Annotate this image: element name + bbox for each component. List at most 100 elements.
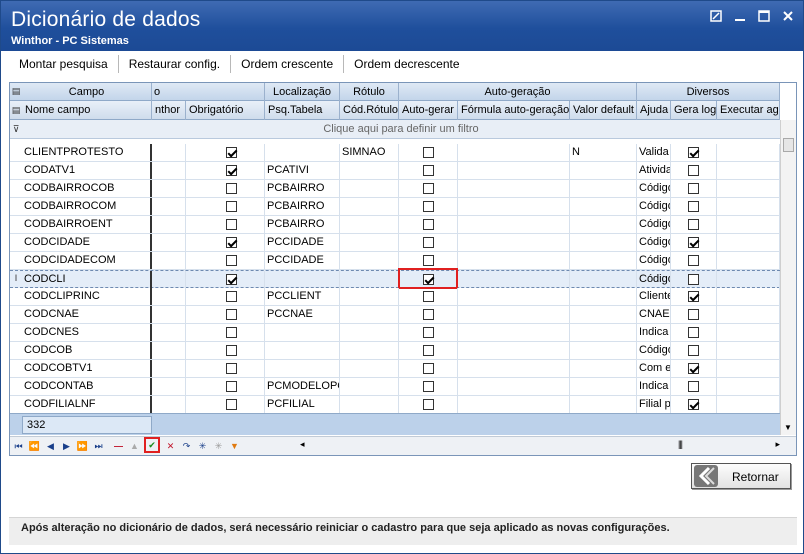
band-o[interactable]: o	[152, 83, 265, 101]
next-page-icon[interactable]: ⏩	[76, 439, 89, 453]
table-row[interactable]: CODCIDADECOM PCCIDADE Código	[10, 252, 780, 270]
cell-nome-campo[interactable]: CODCOBTV1	[22, 360, 152, 377]
horizontal-scroll-thumb[interactable]: |||	[678, 439, 683, 449]
cell-winthor[interactable]	[154, 378, 186, 395]
cell-obrigatorio[interactable]	[186, 306, 265, 323]
gera-log-checkbox[interactable]	[688, 255, 699, 266]
cell-valor-default[interactable]	[570, 342, 637, 359]
auto-gerar-checkbox[interactable]	[423, 219, 434, 230]
table-row[interactable]: CODCOB Código	[10, 342, 780, 360]
cell-auto-gerar[interactable]	[399, 360, 458, 377]
cell-winthor[interactable]	[154, 180, 186, 197]
cell-obrigatorio[interactable]	[186, 162, 265, 179]
cell-executar-ag[interactable]	[717, 288, 780, 305]
table-row[interactable]: CODATV1 PCATIVI Ativida	[10, 162, 780, 180]
cell-obrigatorio[interactable]	[186, 234, 265, 251]
auto-gerar-checkbox[interactable]	[423, 309, 434, 320]
cell-formula[interactable]	[458, 198, 570, 215]
gera-log-checkbox[interactable]	[688, 147, 699, 158]
cell-cod-rotulo[interactable]	[340, 324, 399, 341]
prev-record-icon[interactable]: ◀	[44, 439, 57, 453]
cell-executar-ag[interactable]	[717, 198, 780, 215]
cell-psq-tabela[interactable]	[265, 271, 340, 288]
auto-gerar-checkbox[interactable]	[423, 201, 434, 212]
cell-valor-default[interactable]	[570, 234, 637, 251]
cell-winthor[interactable]	[154, 234, 186, 251]
cell-cod-rotulo[interactable]	[340, 162, 399, 179]
cell-cod-rotulo[interactable]	[340, 234, 399, 251]
cell-valor-default[interactable]	[570, 271, 637, 288]
table-row[interactable]: CODBAIRROENT PCBAIRRO Código	[10, 216, 780, 234]
maximize-icon[interactable]	[757, 9, 771, 23]
restaurar-config-button[interactable]: Restaurar config.	[119, 55, 232, 73]
cell-formula[interactable]	[458, 360, 570, 377]
cell-psq-tabela[interactable]: PCBAIRRO	[265, 198, 340, 215]
cell-obrigatorio[interactable]	[186, 342, 265, 359]
cell-valor-default[interactable]	[570, 360, 637, 377]
gera-log-checkbox[interactable]	[688, 381, 699, 392]
obrigatorio-checkbox[interactable]	[226, 201, 237, 212]
cell-formula[interactable]	[458, 180, 570, 197]
gera-log-checkbox[interactable]	[688, 165, 699, 176]
cell-valor-default[interactable]	[570, 180, 637, 197]
col-cod-rotulo[interactable]: Cód.Rótulo	[340, 101, 399, 120]
obrigatorio-checkbox[interactable]	[226, 381, 237, 392]
gera-log-checkbox[interactable]	[688, 274, 699, 285]
first-page-icon[interactable]: ⏮	[12, 439, 25, 453]
cell-executar-ag[interactable]	[717, 180, 780, 197]
cell-ajuda[interactable]: Com e	[637, 360, 671, 377]
cell-obrigatorio[interactable]	[186, 396, 265, 413]
cell-obrigatorio[interactable]	[186, 216, 265, 233]
cell-winthor[interactable]	[154, 306, 186, 323]
cell-formula[interactable]	[458, 378, 570, 395]
cell-obrigatorio[interactable]	[186, 360, 265, 377]
cell-cod-rotulo[interactable]	[340, 306, 399, 323]
cell-nome-campo[interactable]: CODBAIRROCOM	[22, 198, 152, 215]
cell-auto-gerar[interactable]	[399, 288, 458, 305]
close-icon[interactable]	[781, 9, 795, 23]
cell-ajuda[interactable]: Código	[637, 216, 671, 233]
auto-gerar-checkbox[interactable]	[423, 291, 434, 302]
cell-nome-campo[interactable]: CODCIDADECOM	[22, 252, 152, 269]
cell-cod-rotulo[interactable]	[340, 342, 399, 359]
cell-obrigatorio[interactable]	[186, 324, 265, 341]
obrigatorio-checkbox[interactable]	[226, 327, 237, 338]
cell-executar-ag[interactable]	[717, 306, 780, 323]
cell-obrigatorio[interactable]	[186, 180, 265, 197]
cell-winthor[interactable]	[154, 198, 186, 215]
cell-nome-campo[interactable]: CODCLI	[22, 271, 152, 288]
cell-nome-campo[interactable]: CODCLIPRINC	[22, 288, 152, 305]
cell-psq-tabela[interactable]	[265, 342, 340, 359]
cell-executar-ag[interactable]	[717, 234, 780, 251]
cell-auto-gerar[interactable]	[399, 162, 458, 179]
cell-auto-gerar[interactable]	[399, 252, 458, 269]
data-grid[interactable]: ▤ Campo o Localização Rótulo Auto-geraçã…	[9, 82, 797, 456]
auto-gerar-checkbox[interactable]	[423, 147, 434, 158]
auto-gerar-checkbox[interactable]	[423, 363, 434, 374]
filter-prompt[interactable]: Clique aqui para definir um filtro	[22, 120, 780, 139]
cell-winthor[interactable]	[154, 252, 186, 269]
cell-gera-log[interactable]	[671, 234, 717, 251]
cell-valor-default[interactable]: N	[570, 144, 637, 161]
auto-gerar-checkbox[interactable]	[423, 165, 434, 176]
cell-valor-default[interactable]	[570, 378, 637, 395]
cell-formula[interactable]	[458, 144, 570, 161]
cell-obrigatorio[interactable]	[186, 288, 265, 305]
cell-nome-campo[interactable]: CODCONTAB	[22, 378, 152, 395]
scroll-down-icon[interactable]: ▼	[784, 423, 792, 432]
cell-formula[interactable]	[458, 288, 570, 305]
cell-ajuda[interactable]: CNAE	[637, 306, 671, 323]
col-winthor[interactable]: nthor	[152, 101, 186, 120]
cell-executar-ag[interactable]	[717, 252, 780, 269]
cell-psq-tabela[interactable]: PCCIDADE	[265, 252, 340, 269]
cell-gera-log[interactable]	[671, 198, 717, 215]
col-auto-gerar[interactable]: Auto-gerar	[399, 101, 458, 120]
cell-auto-gerar[interactable]	[399, 180, 458, 197]
obrigatorio-checkbox[interactable]	[226, 165, 237, 176]
cell-formula[interactable]	[458, 252, 570, 269]
cell-obrigatorio[interactable]	[186, 378, 265, 395]
table-row[interactable]: CODCLIPRINC PCCLIENT Cliente	[10, 288, 780, 306]
cell-auto-gerar[interactable]	[399, 342, 458, 359]
scroll-right-icon[interactable]: ▸	[775, 439, 780, 450]
cancel-edit-icon[interactable]: ✕	[164, 439, 177, 453]
